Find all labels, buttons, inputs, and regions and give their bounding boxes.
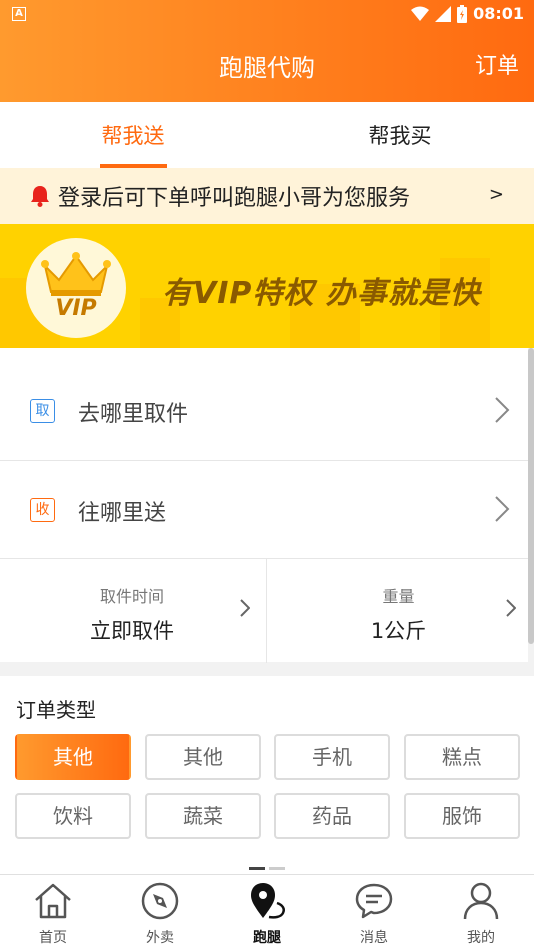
person-icon bbox=[463, 882, 499, 920]
message-bubble-icon bbox=[355, 883, 393, 919]
page-indicator-dot bbox=[269, 867, 285, 870]
order-type-section: 订单类型 其他 其他 手机 糕点 饮料 蔬菜 药品 服饰 bbox=[0, 676, 534, 874]
app-header: 跑腿代购 订单 bbox=[0, 28, 534, 102]
login-notice[interactable]: 登录后可下单呼叫跑腿小哥为您服务 > bbox=[0, 168, 534, 224]
nav-messages[interactable]: 消息 bbox=[321, 875, 427, 950]
nav-home[interactable]: 首页 bbox=[0, 875, 106, 950]
vip-badge: VIP bbox=[26, 238, 126, 338]
tab-send-for-me[interactable]: 帮我送 bbox=[43, 120, 223, 150]
nav-errand[interactable]: 跑腿 bbox=[214, 875, 320, 950]
status-time: 08:01 bbox=[473, 4, 524, 23]
pickup-time-label: 取件时间 bbox=[99, 587, 164, 606]
pickup-time-selector[interactable]: 取件时间 立即取件 bbox=[0, 559, 264, 663]
nav-messages-label: 消息 bbox=[360, 930, 388, 946]
weight-selector[interactable]: 重量 1公斤 bbox=[266, 559, 530, 663]
bell-icon bbox=[31, 186, 49, 207]
pickup-address-row[interactable]: 取 去哪里取件 bbox=[0, 362, 528, 460]
home-icon bbox=[35, 883, 71, 919]
app-notification-icon: A bbox=[12, 7, 26, 21]
pickup-tag: 取 bbox=[30, 399, 55, 423]
vip-badge-text: VIP bbox=[55, 296, 97, 321]
order-type-chip[interactable]: 蔬菜 bbox=[145, 793, 261, 839]
order-type-title: 订单类型 bbox=[16, 698, 96, 722]
compass-icon bbox=[141, 882, 179, 920]
weight-label: 重量 bbox=[382, 587, 415, 606]
chevron-right-icon bbox=[495, 397, 510, 423]
weight-value: 1公斤 bbox=[370, 619, 427, 643]
spacer bbox=[0, 348, 528, 362]
signal-icon bbox=[435, 5, 452, 22]
nav-takeout[interactable]: 外卖 bbox=[107, 875, 213, 950]
nav-profile[interactable]: 我的 bbox=[428, 875, 534, 950]
vip-slogan: 有VIP特权 办事就是快 bbox=[162, 276, 481, 311]
nav-home-label: 首页 bbox=[39, 930, 67, 946]
bottom-nav: 首页 外卖 跑腿 消息 我的 bbox=[0, 874, 534, 950]
nav-takeout-label: 外卖 bbox=[146, 930, 174, 946]
order-type-chip[interactable]: 饮料 bbox=[15, 793, 131, 839]
crown-icon bbox=[41, 252, 111, 296]
location-pin-icon bbox=[251, 883, 285, 919]
delivery-address-row[interactable]: 收 往哪里送 bbox=[0, 460, 528, 558]
wifi-icon bbox=[411, 6, 430, 21]
order-type-chip[interactable]: 其他 bbox=[15, 734, 131, 780]
order-type-chip[interactable]: 药品 bbox=[274, 793, 390, 839]
order-type-chip[interactable]: 手机 bbox=[274, 734, 390, 780]
pickup-info: 取件时间 立即取件 重量 1公斤 bbox=[0, 558, 530, 663]
nav-profile-label: 我的 bbox=[467, 930, 495, 946]
battery-icon bbox=[457, 4, 468, 23]
order-type-chip[interactable]: 糕点 bbox=[404, 734, 520, 780]
status-bar: A 08:01 bbox=[0, 0, 534, 28]
vip-banner[interactable]: VIP 有VIP特权 办事就是快 bbox=[0, 224, 534, 348]
pickup-address-label: 去哪里取件 bbox=[78, 402, 189, 427]
notice-text: 登录后可下单呼叫跑腿小哥为您服务 bbox=[58, 186, 411, 211]
orders-button[interactable]: 订单 bbox=[475, 48, 519, 80]
delivery-tag: 收 bbox=[30, 498, 55, 522]
nav-errand-label: 跑腿 bbox=[253, 930, 281, 946]
order-type-chip[interactable]: 服饰 bbox=[404, 793, 520, 839]
chevron-right-icon bbox=[506, 599, 516, 617]
page-title: 跑腿代购 bbox=[219, 54, 315, 82]
page-indicator-dot bbox=[249, 867, 265, 870]
delivery-address-label: 往哪里送 bbox=[78, 501, 167, 526]
service-tabs: 帮我送 帮我买 bbox=[0, 102, 534, 168]
tab-buy-for-me[interactable]: 帮我买 bbox=[310, 120, 490, 150]
scrollbar[interactable] bbox=[528, 348, 534, 644]
notice-arrow-icon: > bbox=[488, 184, 504, 205]
chevron-right-icon bbox=[240, 599, 250, 617]
order-type-chip[interactable]: 其他 bbox=[145, 734, 261, 780]
chevron-right-icon bbox=[495, 496, 510, 522]
pickup-time-value: 立即取件 bbox=[90, 619, 174, 643]
